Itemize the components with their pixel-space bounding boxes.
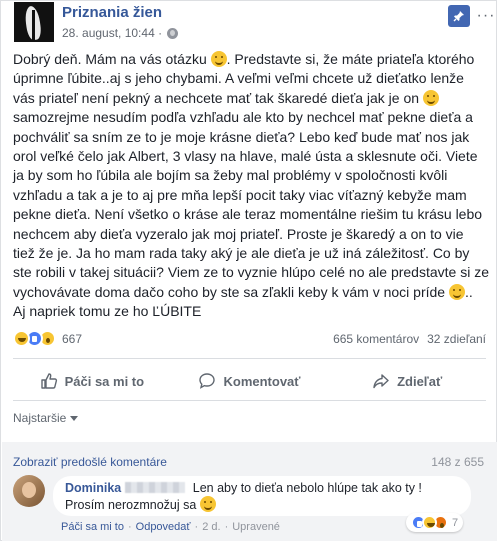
more-icon: ···: [476, 7, 496, 24]
caret-down-icon: [70, 415, 79, 421]
smile-emoji-icon: [210, 51, 227, 67]
divider: [13, 358, 486, 359]
divider: [13, 400, 486, 401]
comment-reply-link[interactable]: Odpovedať: [136, 521, 191, 533]
comment-time[interactable]: 2 d.: [202, 521, 220, 533]
post-line: orol veľké čelo jak Albert, 3 vlasy na h…: [13, 148, 478, 165]
comment-sort-dropdown[interactable]: Najstaršie: [13, 411, 79, 425]
share-button-label: Zdieľať: [397, 373, 443, 389]
post-line: vás priateľ není pekný a nechcete mať ta…: [13, 89, 420, 106]
post-line: pochváliť sa sním ze to je moje krásne d…: [13, 128, 470, 145]
globe-icon: [167, 27, 179, 39]
pin-button[interactable]: [448, 5, 470, 27]
haha-reaction-icon: [13, 330, 30, 347]
pin-icon: [453, 11, 464, 22]
post-line: ja by som ho ľúbila ale bojím sa žeby ma…: [13, 167, 448, 184]
comments-count-link[interactable]: 665 komentárov: [333, 332, 419, 346]
share-button[interactable]: Zdieľať: [328, 365, 486, 397]
comment-icon: [199, 373, 216, 389]
comment-button[interactable]: Komentovať: [171, 365, 329, 397]
edited-label: Upravené: [232, 521, 280, 533]
post-line: Aj napriek tomu ze ho ĽÚBITE: [13, 303, 202, 320]
smile-emoji-icon: [199, 496, 216, 512]
post-line: vychovávate doma dačo coho by ste sa zľa…: [13, 283, 446, 300]
post-line: tiež že je. Ja ho mam rada taky aký je a…: [13, 245, 470, 262]
post-line: samozrejme nesudím podľa vzhľadu ale kto…: [13, 109, 473, 126]
comment-bubble: Dominika Len aby to dieťa nebolo hlúpe t…: [53, 476, 471, 516]
post-meta: 28. august, 10:44 ·: [62, 26, 179, 40]
reaction-count: 667: [62, 331, 83, 346]
separator: ·: [224, 521, 229, 533]
post-line: Dobrý deň. Mám na vás otázku: [13, 51, 207, 67]
post-line: ste robili v takej situácii? Viem ze to …: [13, 264, 489, 281]
commenter-avatar[interactable]: [13, 475, 45, 507]
post-line: ..: [464, 283, 473, 300]
post-line: úprimne ľúbite..aj s jeho chybami. A veľ…: [13, 70, 464, 87]
like-icon: [40, 373, 57, 389]
haha-reaction-icon: [422, 515, 437, 530]
post-line: vzhľadu a tak a je to aj pre mňa lepší p…: [13, 186, 467, 203]
separator: ·: [127, 521, 132, 533]
engagement-counts: 665 komentárov 32 zdieľaní: [333, 332, 486, 346]
smile-emoji-icon: [422, 89, 439, 106]
like-button-label: Páči sa mi to: [64, 373, 145, 389]
view-previous-comments-link[interactable]: Zobraziť predošlé komentáre: [13, 455, 167, 469]
comment-button-label: Komentovať: [223, 373, 301, 389]
comment-counter: 148 z 655: [431, 455, 484, 469]
post-action-bar: Páči sa mi to Komentovať Zdieľať: [13, 365, 486, 397]
more-options-button[interactable]: ···: [476, 6, 496, 26]
sort-label: Najstaršie: [13, 411, 67, 425]
post-date[interactable]: 28. august, 10:44 ·: [62, 26, 162, 40]
page-avatar[interactable]: [14, 2, 54, 42]
post-text: Dobrý deň. Mám na vás otázku . Predstavt…: [13, 50, 489, 322]
shares-count-link[interactable]: 32 zdieľaní: [427, 332, 486, 346]
blurred-surname: [125, 482, 186, 493]
comment-author-link[interactable]: Dominika: [65, 481, 121, 495]
smile-emoji-icon: [448, 283, 465, 300]
comment-text: Len aby to dieťa nebolo hlúpe tak ako ty…: [192, 481, 422, 495]
post-line: nechcem aby dieťa vyzeralo jak moj priat…: [13, 225, 464, 242]
like-button[interactable]: Páči sa mi to: [13, 365, 171, 397]
comment-like-link[interactable]: Páči sa mi to: [61, 521, 124, 533]
post-line: pekne dieťa. Není všetko o kráse ale ter…: [13, 206, 483, 223]
comment-actions: Páči sa mi to · Odpovedať · 2 d. · Uprav…: [61, 521, 280, 533]
comment-reactions[interactable]: 7: [406, 513, 464, 532]
comment-text: Prosím nerozmnožuj sa: [65, 498, 197, 512]
page-name-link[interactable]: Priznania žien: [62, 4, 162, 21]
facebook-post: Priznania žien 28. august, 10:44 · ··· D…: [0, 0, 497, 541]
share-icon: [373, 374, 389, 389]
comment-reaction-count: 7: [452, 516, 459, 529]
separator: ·: [194, 521, 199, 533]
reactions-summary[interactable]: 667: [13, 330, 82, 347]
post-line: . Predstavte si, že máte priateľa ktoréh…: [226, 51, 475, 67]
